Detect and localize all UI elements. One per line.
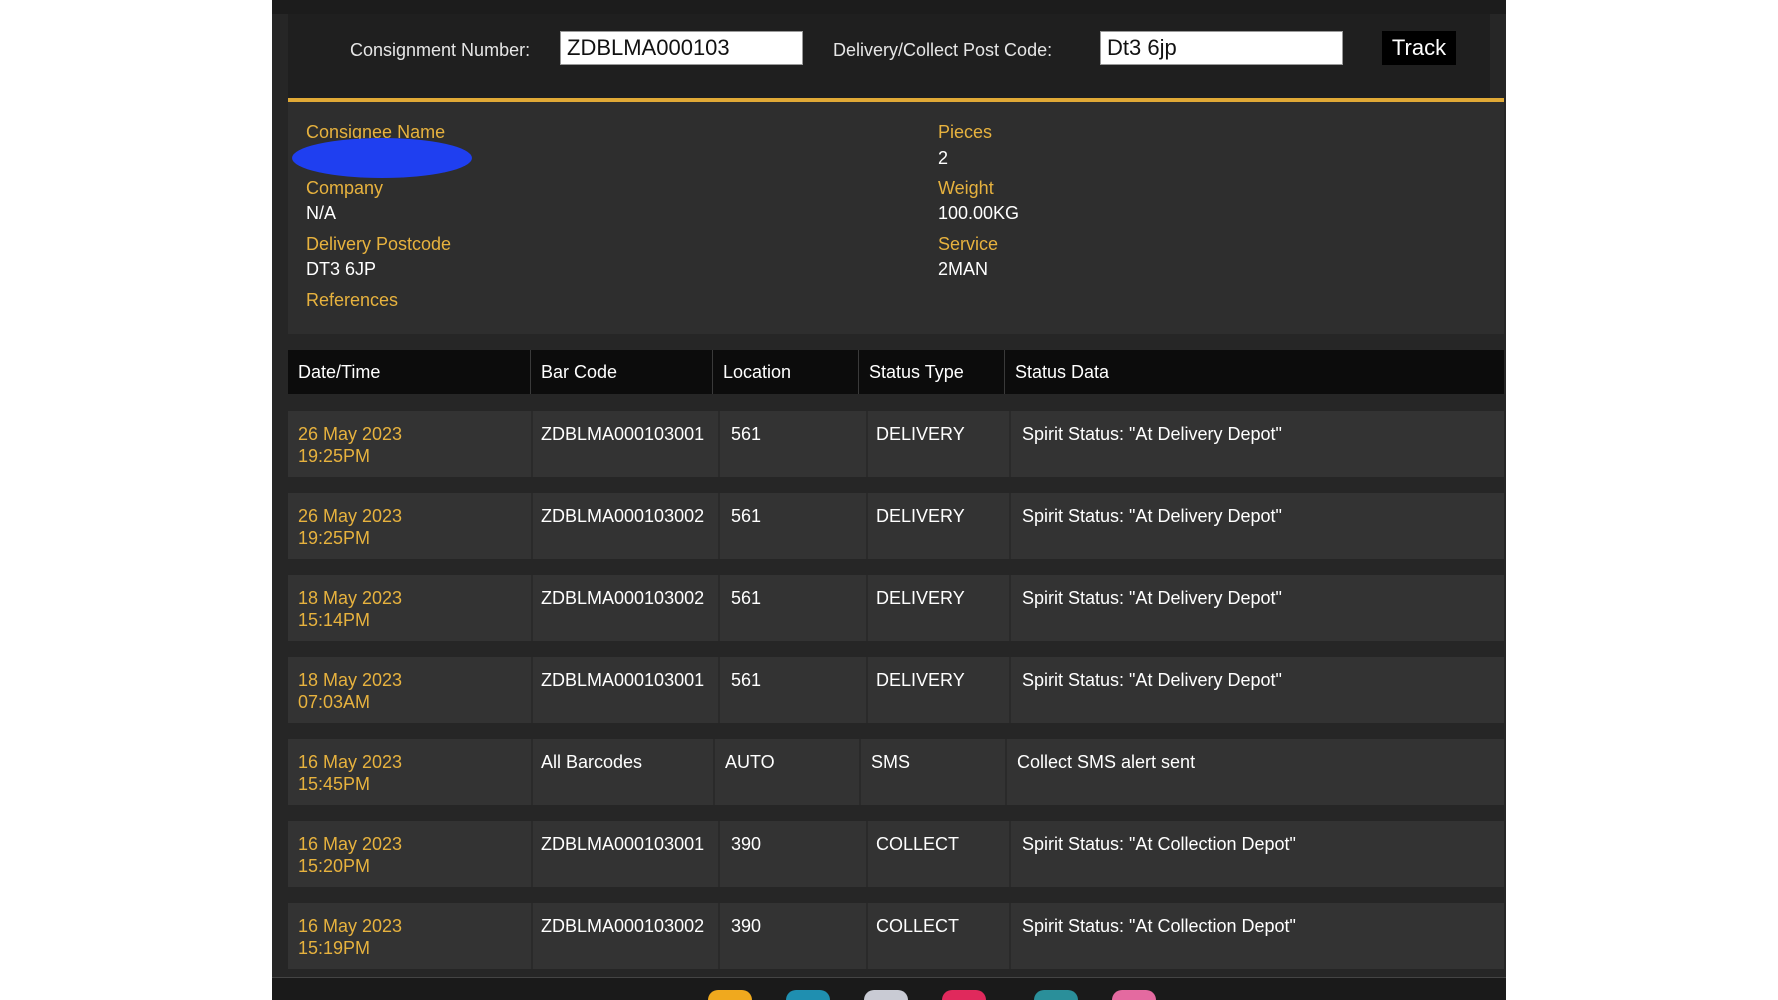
app-dock [272,977,1506,1000]
row-date: 16 May 2023 15:20PM [298,834,403,876]
row-date: 26 May 2023 19:25PM [298,424,403,466]
company-label: Company [306,178,384,198]
row-status-type: COLLECT [876,916,960,936]
app-icon-pink[interactable] [1112,990,1156,1000]
app-icon-gray[interactable] [864,990,908,1000]
service-value: 2MAN [938,259,989,279]
consignment-details: Consignee Name Company N/A Delivery Post… [288,102,1504,334]
top-strip [272,0,1506,14]
references-label: References [306,290,399,310]
pieces-label: Pieces [938,122,993,142]
header-status-data: Status Data [1015,362,1110,382]
header-location: Location [713,350,859,394]
row-status-type: DELIVERY [876,506,965,526]
row-date: 16 May 2023 15:45PM [298,752,403,794]
search-bar: Consignment Number: Delivery/Collect Pos… [288,14,1490,98]
row-location: AUTO [725,752,775,772]
app-icon-teal[interactable] [786,990,830,1000]
row-barcode: ZDBLMA000103002 [541,588,705,608]
row-date: 16 May 2023 15:19PM [298,916,403,958]
header-bar-code: Bar Code [531,350,713,394]
weight-label: Weight [938,178,994,198]
row-date: 18 May 2023 07:03AM [298,670,403,712]
consignment-number-label: Consignment Number: [350,40,531,60]
row-status-data: Spirit Status: "At Delivery Depot" [1022,424,1282,444]
tracking-panel: Consignment Number: Delivery/Collect Pos… [272,0,1506,1000]
row-status-data: Spirit Status: "At Delivery Depot" [1022,670,1282,690]
app-icon-teal-2[interactable] [1034,990,1078,1000]
row-status-data: Spirit Status: "At Delivery Depot" [1022,506,1282,526]
row-date: 18 May 2023 15:14PM [298,588,403,630]
row-location: 561 [731,506,762,526]
table-row: 18 May 2023 15:14PM ZDBLMA000103002 561 D… [288,575,1504,641]
row-location: 390 [731,834,762,854]
row-location: 390 [731,916,762,936]
row-status-type: DELIVERY [876,670,965,690]
pieces-value: 2 [938,148,949,168]
row-date: 26 May 2023 19:25PM [298,506,403,548]
service-label: Service [938,234,999,254]
row-barcode: ZDBLMA000103001 [541,834,705,854]
consignment-number-input[interactable] [560,31,803,65]
row-status-data: Spirit Status: "At Delivery Depot" [1022,588,1282,608]
track-button[interactable]: Track [1382,31,1456,65]
postcode-input[interactable] [1100,31,1343,65]
weight-value: 100.00KG [938,203,1020,223]
row-location: 561 [731,588,762,608]
postcode-label: Delivery/Collect Post Code: [833,40,1053,60]
table-row: 16 May 2023 15:19PM ZDBLMA000103002 390 C… [288,903,1504,969]
row-barcode: All Barcodes [541,752,643,772]
table-row: 16 May 2023 15:45PM All Barcodes AUTO SMS… [288,739,1504,805]
delivery-postcode-value: DT3 6JP [306,259,377,279]
row-barcode: ZDBLMA000103002 [541,916,705,936]
row-status-type: DELIVERY [876,588,965,608]
delivery-postcode-label: Delivery Postcode [306,234,452,254]
header-date-time: Date/Time [288,350,531,394]
row-status-type: DELIVERY [876,424,965,444]
table-row: 16 May 2023 15:20PM ZDBLMA000103001 390 C… [288,821,1504,887]
row-location: 561 [731,670,762,690]
row-status-data: Collect SMS alert sent [1017,752,1196,772]
row-status-data: Spirit Status: "At Collection Depot" [1022,916,1296,936]
table-row: 26 May 2023 19:25PM ZDBLMA000103002 561 D… [288,493,1504,559]
row-barcode: ZDBLMA000103002 [541,506,705,526]
header-status-type: Status Type [859,350,1005,394]
app-icon-red[interactable] [942,990,986,1000]
company-value: N/A [306,203,337,223]
row-barcode: ZDBLMA000103001 [541,424,705,444]
app-icon-yellow[interactable] [708,990,752,1000]
row-barcode: ZDBLMA000103001 [541,670,705,690]
row-status-type: COLLECT [876,834,960,854]
table-row: 26 May 2023 19:25PM ZDBLMA000103001 561 D… [288,411,1504,477]
row-location: 561 [731,424,762,444]
row-status-data: Spirit Status: "At Collection Depot" [1022,834,1296,854]
tracking-table-header: Date/Time Bar Code Location Status Type … [288,350,1504,394]
table-row: 18 May 2023 07:03AM ZDBLMA000103001 561 D… [288,657,1504,723]
redaction-mark [292,138,472,178]
row-status-type: SMS [871,752,911,772]
